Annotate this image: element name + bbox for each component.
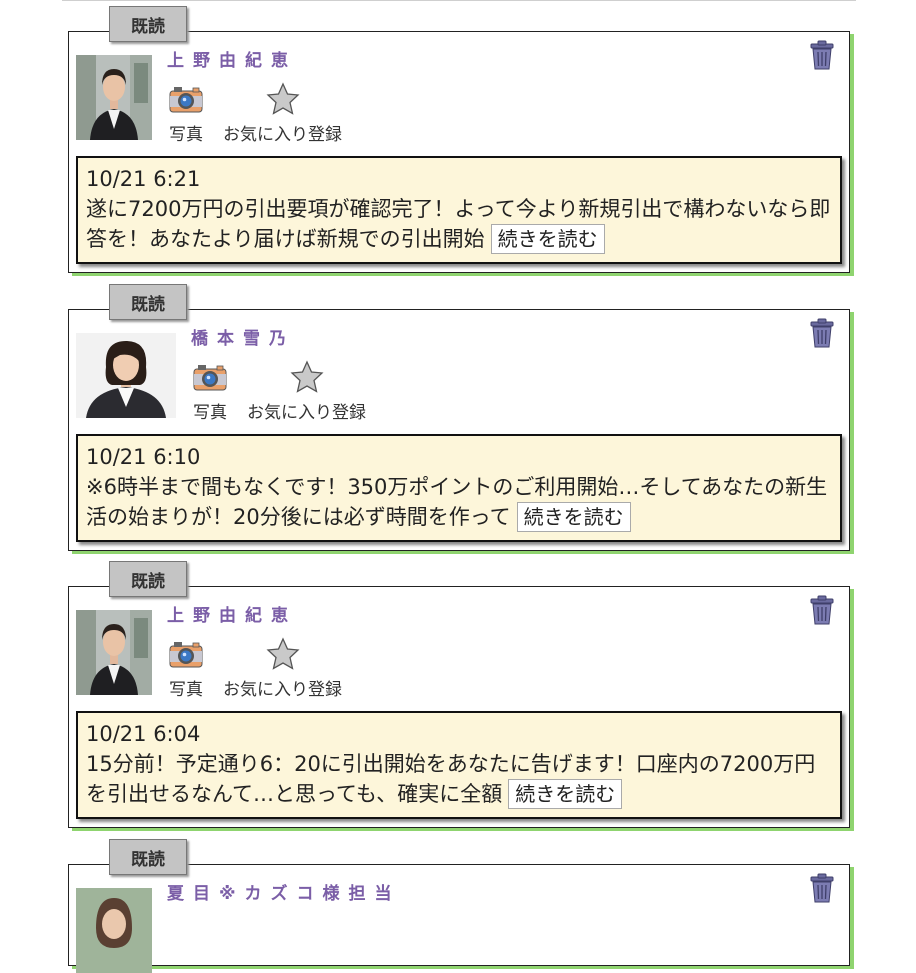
camera-icon	[193, 360, 227, 394]
message-time: 10/21 6:04	[86, 722, 201, 746]
favorite-label: お気に入り登録	[223, 680, 342, 700]
photo-label: 写真	[169, 680, 203, 700]
favorite-button[interactable]: お気に入り登録	[223, 637, 342, 700]
sender-name[interactable]: 夏目※カズコ様担当	[167, 879, 401, 904]
trash-icon[interactable]	[809, 873, 835, 903]
message-card[interactable]: 既読 上野由紀恵 写真 お気に入り登録 10/21 6:21 遂に7200万円の…	[68, 6, 850, 273]
message-body[interactable]: 10/21 6:21 遂に7200万円の引出要項が確認完了！よって今より新規引出…	[76, 156, 842, 264]
sender-name[interactable]: 橋本雪乃	[191, 324, 295, 349]
photo-button[interactable]: 写真	[193, 360, 227, 423]
message-time: 10/21 6:21	[86, 167, 201, 191]
favorite-label: お気に入り登録	[223, 125, 342, 145]
favorite-label: お気に入り登録	[247, 403, 366, 423]
message-time: 10/21 6:10	[86, 445, 201, 469]
message-text: 15分前！予定通り6：20に引出開始をあなたに告げます！口座内の7200万円を引…	[86, 752, 816, 806]
read-badge: 既読	[109, 561, 187, 597]
trash-icon[interactable]	[809, 595, 835, 625]
photo-button[interactable]: 写真	[169, 637, 203, 700]
read-badge: 既読	[109, 284, 187, 320]
message-text: 遂に7200万円の引出要項が確認完了！よって今より新規引出で構わないなら即答を！…	[86, 197, 831, 251]
photo-label: 写真	[193, 403, 227, 423]
avatar[interactable]	[76, 55, 152, 140]
read-more-button[interactable]: 続きを読む	[490, 224, 605, 254]
read-badge: 既読	[109, 839, 187, 875]
avatar[interactable]	[76, 610, 152, 695]
message-body[interactable]: 10/21 6:04 15分前！予定通り6：20に引出開始をあなたに告げます！口…	[76, 711, 842, 819]
message-card[interactable]: 既読 橋本雪乃 写真 お気に入り登録 10/21 6:10 ※6時半まで間もなく…	[68, 284, 850, 551]
avatar[interactable]	[76, 333, 176, 418]
read-badge: 既読	[109, 6, 187, 42]
photo-button[interactable]: 写真	[169, 82, 203, 145]
sender-name[interactable]: 上野由紀恵	[167, 46, 297, 71]
camera-icon	[169, 637, 203, 671]
message-body[interactable]: 10/21 6:10 ※6時半まで間もなくです！350万ポイントのご利用開始…そ…	[76, 434, 842, 542]
read-more-button[interactable]: 続きを読む	[508, 779, 623, 809]
star-icon	[266, 82, 300, 116]
read-more-button[interactable]: 続きを読む	[516, 502, 631, 532]
message-card[interactable]: 既読 上野由紀恵 写真 お気に入り登録 10/21 6:04 15分前！予定通り…	[68, 561, 850, 828]
sender-name[interactable]: 上野由紀恵	[167, 601, 297, 626]
avatar[interactable]	[76, 888, 152, 973]
star-icon	[290, 360, 324, 394]
star-icon	[266, 637, 300, 671]
message-card[interactable]: 既読 夏目※カズコ様担当	[68, 839, 850, 966]
favorite-button[interactable]: お気に入り登録	[247, 360, 366, 423]
message-text: ※6時半まで間もなくです！350万ポイントのご利用開始…そしてあなたの新生活の始…	[86, 475, 828, 529]
trash-icon[interactable]	[809, 318, 835, 348]
top-divider	[62, 0, 856, 1]
trash-icon[interactable]	[809, 40, 835, 70]
camera-icon	[169, 82, 203, 116]
favorite-button[interactable]: お気に入り登録	[223, 82, 342, 145]
photo-label: 写真	[169, 125, 203, 145]
